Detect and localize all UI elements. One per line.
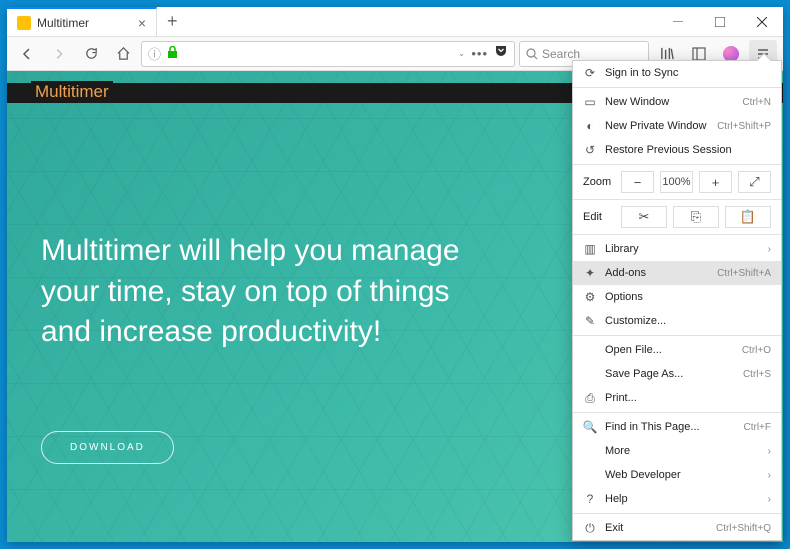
zoom-in-button[interactable]: + bbox=[699, 171, 732, 193]
chevron-right-icon: › bbox=[768, 446, 771, 457]
menu-private-window[interactable]: ◐New Private WindowCtrl+Shift+P bbox=[573, 114, 781, 138]
pocket-icon[interactable] bbox=[494, 44, 508, 63]
menu-find[interactable]: 🔍Find in This Page...Ctrl+F bbox=[573, 415, 781, 439]
url-bar[interactable]: ⓘ ⌄ ••• bbox=[141, 41, 515, 67]
forward-button[interactable] bbox=[45, 40, 73, 68]
home-button[interactable] bbox=[109, 40, 137, 68]
dropdown-icon[interactable]: ⌄ bbox=[458, 48, 466, 59]
tab-favicon bbox=[17, 16, 31, 30]
download-button[interactable]: DOWNLOAD bbox=[41, 431, 174, 464]
chevron-right-icon: › bbox=[768, 470, 771, 481]
reload-button[interactable] bbox=[77, 40, 105, 68]
menu-print[interactable]: ⎙Print... bbox=[573, 386, 781, 410]
lock-icon bbox=[167, 46, 178, 61]
menu-new-window[interactable]: ▭New WindowCtrl+N bbox=[573, 90, 781, 114]
window-icon: ▭ bbox=[583, 95, 597, 109]
brand-logo: Multitimer bbox=[31, 81, 113, 103]
cut-button[interactable]: ✂ bbox=[621, 206, 667, 228]
help-icon: ? bbox=[583, 492, 597, 506]
chevron-right-icon: › bbox=[768, 494, 771, 505]
menu-open-file[interactable]: Open File...Ctrl+O bbox=[573, 338, 781, 362]
close-window-button[interactable] bbox=[741, 7, 783, 37]
chevron-right-icon: › bbox=[768, 244, 771, 255]
back-button[interactable] bbox=[13, 40, 41, 68]
puzzle-icon: ✦ bbox=[583, 266, 597, 280]
paste-button[interactable]: 📋 bbox=[725, 206, 771, 228]
sync-icon: ⟳ bbox=[583, 66, 597, 80]
menu-customize[interactable]: ✎Customize... bbox=[573, 309, 781, 333]
mask-icon: ◐ bbox=[583, 119, 597, 133]
zoom-out-button[interactable]: − bbox=[621, 171, 654, 193]
menu-zoom: Zoom − 100% + ⤢ bbox=[573, 167, 781, 197]
copy-button[interactable]: ⎘ bbox=[673, 206, 719, 228]
gear-icon: ⚙ bbox=[583, 290, 597, 304]
menu-sync[interactable]: ⟳Sign in to Sync bbox=[573, 61, 781, 85]
menu-addons[interactable]: ✦Add-onsCtrl+Shift+A bbox=[573, 261, 781, 285]
menu-web-developer[interactable]: Web Developer› bbox=[573, 463, 781, 487]
library-icon: ▥ bbox=[583, 242, 597, 256]
tab-title: Multitimer bbox=[37, 16, 89, 30]
brush-icon: ✎ bbox=[583, 314, 597, 328]
tab-active[interactable]: Multitimer × bbox=[7, 7, 157, 37]
menu-help[interactable]: ?Help› bbox=[573, 487, 781, 511]
minimize-button[interactable] bbox=[657, 7, 699, 37]
exit-icon: ⏻ bbox=[583, 521, 597, 536]
restore-icon: ↺ bbox=[583, 143, 597, 157]
hero-text: Multitimer will help you manage your tim… bbox=[41, 231, 501, 353]
print-icon: ⎙ bbox=[583, 391, 597, 406]
titlebar: Multitimer × + bbox=[7, 7, 783, 37]
tab-close-icon[interactable]: × bbox=[138, 15, 146, 31]
search-icon: 🔍 bbox=[583, 420, 597, 434]
info-icon[interactable]: ⓘ bbox=[148, 44, 161, 63]
page-actions-icon[interactable]: ••• bbox=[471, 46, 488, 61]
menu-library[interactable]: ▥Library› bbox=[573, 237, 781, 261]
menu-save-page[interactable]: Save Page As...Ctrl+S bbox=[573, 362, 781, 386]
window-controls bbox=[657, 7, 783, 37]
menu-exit[interactable]: ⏻ExitCtrl+Shift+Q bbox=[573, 516, 781, 540]
search-icon bbox=[526, 48, 538, 60]
menu-options[interactable]: ⚙Options bbox=[573, 285, 781, 309]
maximize-button[interactable] bbox=[699, 7, 741, 37]
zoom-value: 100% bbox=[660, 171, 693, 193]
menu-restore-session[interactable]: ↺Restore Previous Session bbox=[573, 138, 781, 162]
menu-more[interactable]: More› bbox=[573, 439, 781, 463]
fullscreen-button[interactable]: ⤢ bbox=[738, 171, 771, 193]
hamburger-menu: ⟳Sign in to Sync ▭New WindowCtrl+N ◐New … bbox=[572, 60, 782, 541]
search-placeholder: Search bbox=[542, 47, 580, 61]
menu-edit: Edit ✂ ⎘ 📋 bbox=[573, 202, 781, 232]
new-tab-button[interactable]: + bbox=[157, 11, 188, 32]
